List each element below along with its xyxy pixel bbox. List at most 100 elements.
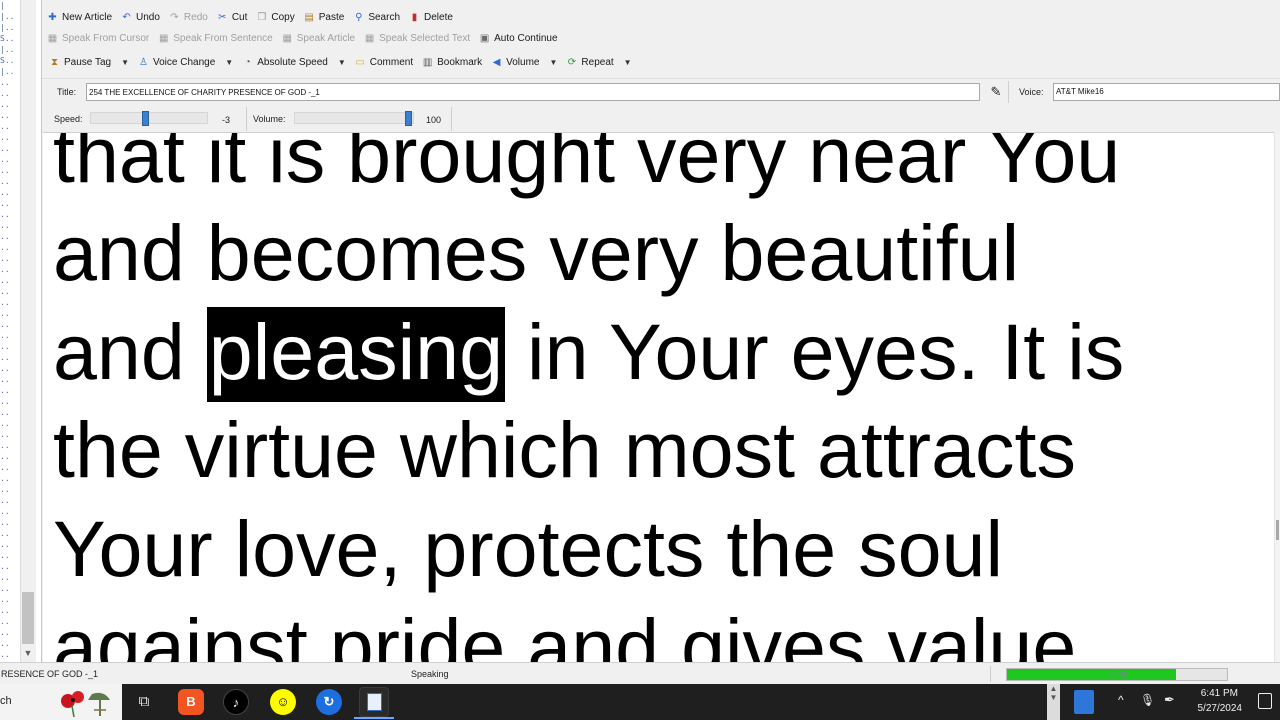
new-document-icon: ✚ xyxy=(48,11,57,23)
chevron-down-icon[interactable]: ▼ xyxy=(549,58,557,67)
pen-tray-icon[interactable]: ✒ xyxy=(1164,692,1175,708)
volume-slider-thumb[interactable] xyxy=(405,111,412,126)
redo-button[interactable]: ↷ Redo xyxy=(168,11,208,24)
chevron-down-icon[interactable]: ▼ xyxy=(338,58,346,67)
auto-continue-toggle[interactable]: ▣ Auto Continue xyxy=(478,32,558,45)
person-icon: ♙ xyxy=(139,56,148,68)
main-toolbar: ✚ New Article ↶ Undo ↷ Redo ✂ Cut ❐ Copy… xyxy=(42,6,461,28)
magnifier-icon: ⚲ xyxy=(355,11,363,23)
speed-slider-thumb[interactable] xyxy=(142,111,149,126)
article-tree-panel[interactable]: | |.. |.. S.. |.. S.. |.. .. .. .. .. ..… xyxy=(0,0,42,662)
divider xyxy=(246,107,247,131)
brave-browser-icon[interactable]: B xyxy=(178,689,204,715)
text-fragment: and xyxy=(53,306,207,396)
title-input[interactable] xyxy=(86,83,980,101)
speed-label: Speed: xyxy=(54,114,83,124)
chevron-up-icon[interactable]: ^ xyxy=(1118,693,1124,707)
cut-button[interactable]: ✂ Cut xyxy=(216,11,247,24)
volume-button[interactable]: ◀ Volume ▼ xyxy=(490,56,558,69)
snapchat-icon[interactable]: ☺ xyxy=(270,689,296,715)
tree-scrollbar[interactable] xyxy=(20,0,36,662)
text-to-speech-app: | |.. |.. S.. |.. S.. |.. .. .. .. .. ..… xyxy=(0,0,1280,720)
status-state: Speaking xyxy=(411,669,449,679)
tray-scroll[interactable]: ▲ ▼ xyxy=(1047,684,1060,720)
text-line: and pleasing in Your eyes. It is xyxy=(53,303,1273,402)
voice-label: Voice: xyxy=(1019,87,1044,97)
speak-article-button[interactable]: ▦ Speak Article xyxy=(281,32,356,45)
tiktok-icon[interactable]: ♪ xyxy=(223,689,249,715)
tree-scroll-down-icon[interactable]: ▼ xyxy=(21,646,35,660)
speed-volume-row: Speed: -3 Volume: 100 xyxy=(42,106,1280,132)
pen-icon[interactable]: ✎ xyxy=(988,83,1004,101)
divider xyxy=(990,666,991,682)
taskbar-search-box[interactable]: ch xyxy=(0,684,122,720)
speaker-icon: ◀ xyxy=(492,56,501,68)
clock-date[interactable]: 5/27/2024 xyxy=(1186,703,1243,714)
task-view-icon[interactable]: ⧉ xyxy=(131,689,157,715)
article-text[interactable]: that it is brought very near You and bec… xyxy=(53,133,1273,662)
blue-app-icon[interactable]: ↻ xyxy=(316,689,342,715)
tree-scrollbar-thumb[interactable] xyxy=(22,592,34,644)
divider xyxy=(1008,81,1009,103)
speak-from-cursor-button[interactable]: ▦ Speak From Cursor xyxy=(46,32,149,45)
poppy-flower-icon xyxy=(61,691,110,718)
speak-sentence-icon: ▦ xyxy=(159,32,169,44)
speedometer-icon: ◔ xyxy=(244,56,251,68)
taskbar: ch ⧉ B ♪ ☺ ↻ ▲ ▼ ^ 🎙 ✒ 6:41 PM 5/27/2024 xyxy=(0,684,1280,720)
delete-icon: ▮ xyxy=(411,11,418,23)
status-document-name: RESENCE OF GOD -_1 xyxy=(1,669,99,679)
speak-selected-text-button[interactable]: ▦ Speak Selected Text xyxy=(363,32,470,45)
new-article-button[interactable]: ✚ New Article xyxy=(46,11,112,24)
microphone-icon[interactable]: 🎙 xyxy=(1140,693,1155,707)
notification-icon[interactable] xyxy=(1258,693,1272,709)
document-scrollbar[interactable] xyxy=(1274,132,1280,662)
text-line: Your love, protects the soul xyxy=(53,503,1004,593)
progress-percent: 77 % xyxy=(1108,670,1128,679)
pause-tag-button[interactable]: ⧗ Pause Tag ▼ xyxy=(48,56,129,69)
title-row: Title: ✎ Voice: AT&T Mike16 xyxy=(42,78,1280,105)
divider xyxy=(451,107,452,131)
clock-time[interactable]: 6:41 PM xyxy=(1188,688,1238,699)
title-label: Title: xyxy=(57,87,77,97)
speed-value: -3 xyxy=(222,115,231,125)
absolute-speed-button[interactable]: ◔ Absolute Speed ▼ xyxy=(241,56,346,69)
volume-label: Volume: xyxy=(253,114,286,124)
volume-value: 100 xyxy=(426,115,442,125)
document-icon xyxy=(367,693,382,711)
tags-toolbar: ⧗ Pause Tag ▼ ♙ Voice Change ▼ ◔ Absolut… xyxy=(42,51,640,73)
search-text-fragment: ch xyxy=(0,695,12,707)
voice-select[interactable]: AT&T Mike16 xyxy=(1053,83,1280,101)
chevron-down-icon[interactable]: ▼ xyxy=(225,58,233,67)
speech-progress-bar: 77 % xyxy=(1006,668,1228,681)
copy-button[interactable]: ❐ Copy xyxy=(255,11,294,24)
file-icon[interactable] xyxy=(1074,690,1094,714)
status-bar: RESENCE OF GOD -_1 Speaking 77 % xyxy=(0,662,1280,683)
text-line: against pride and gives value xyxy=(53,601,1077,662)
delete-button[interactable]: ▮ Delete xyxy=(408,11,453,24)
undo-arrow-icon: ↶ xyxy=(122,11,131,23)
speak-article-icon: ▦ xyxy=(282,32,292,44)
active-app-indicator xyxy=(354,717,394,719)
speak-from-sentence-button[interactable]: ▦ Speak From Sentence xyxy=(157,32,273,45)
speed-slider[interactable] xyxy=(90,112,208,124)
repeat-button[interactable]: ⟳ Repeat ▼ xyxy=(565,56,632,69)
voice-change-button[interactable]: ♙ Voice Change ▼ xyxy=(137,56,233,69)
document-scrollbar-thumb[interactable] xyxy=(1276,520,1279,540)
speak-cursor-icon: ▦ xyxy=(47,32,58,44)
comment-button[interactable]: ▭ Comment xyxy=(354,56,414,69)
text-aloud-app-icon[interactable] xyxy=(359,687,389,717)
undo-button[interactable]: ↶ Undo xyxy=(120,11,160,24)
search-button[interactable]: ⚲ Search xyxy=(352,11,400,24)
bookmark-button[interactable]: ▥ Bookmark xyxy=(421,56,482,69)
text-line: and becomes very beautiful xyxy=(53,208,1020,298)
bookmark-icon: ▥ xyxy=(422,56,433,68)
volume-slider[interactable] xyxy=(294,112,414,124)
article-text-area[interactable]: that it is brought very near You and bec… xyxy=(43,132,1274,662)
speak-toolbar: ▦ Speak From Cursor ▦ Speak From Sentenc… xyxy=(42,27,566,49)
paste-button[interactable]: ▤ Paste xyxy=(303,11,345,24)
spoken-word-highlight: pleasing xyxy=(206,306,506,402)
chevron-down-icon[interactable]: ▼ xyxy=(121,58,129,67)
text-line: the virtue which most attracts xyxy=(53,405,1076,495)
scissors-icon: ✂ xyxy=(218,11,227,23)
chevron-down-icon[interactable]: ▼ xyxy=(624,58,632,67)
